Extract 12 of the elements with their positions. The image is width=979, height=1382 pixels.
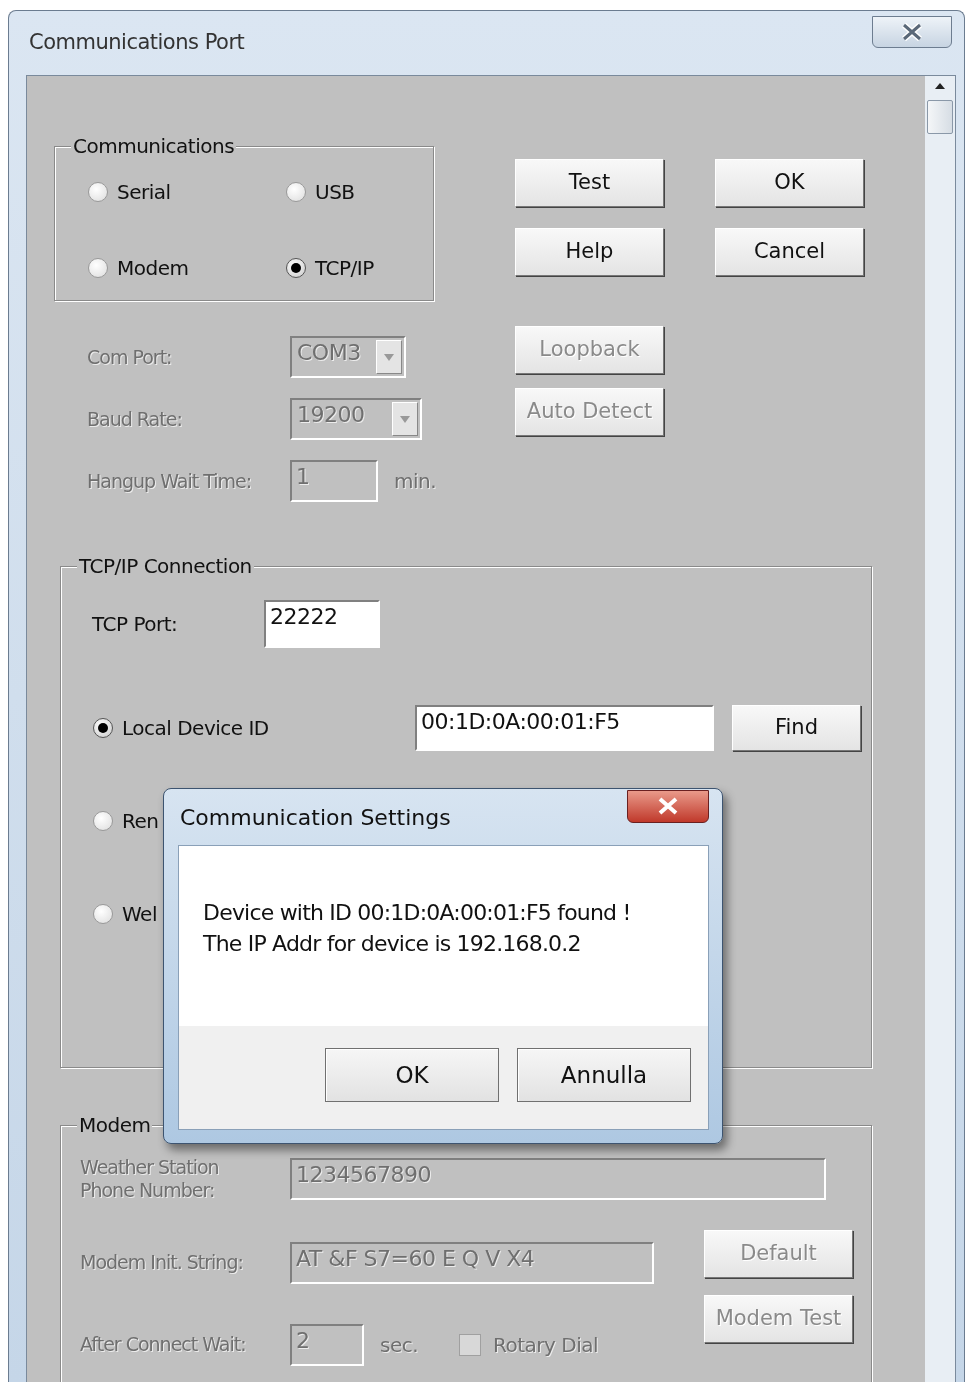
dialog-title: Communication Settings	[180, 803, 451, 832]
unit-label: min.	[394, 469, 437, 493]
window-title: Communications Port	[29, 29, 245, 57]
unit-label: sec.	[380, 1332, 420, 1357]
field-label: Modem Init. String:	[80, 1251, 244, 1274]
field-label: After Connect Wait:	[80, 1333, 247, 1356]
field-label: Weather Station Phone Number:	[80, 1156, 220, 1202]
field-label: Hangup Wait Time:	[87, 469, 253, 493]
field-label: Com Port:	[87, 345, 173, 369]
message-text: Device with ID 00:1D:0A:00:01:F5 found ! The IP Addr for device is 192.168.0.2	[203, 900, 631, 956]
field-label: TCP Port:	[92, 612, 179, 636]
field-label: Baud Rate:	[87, 407, 183, 431]
